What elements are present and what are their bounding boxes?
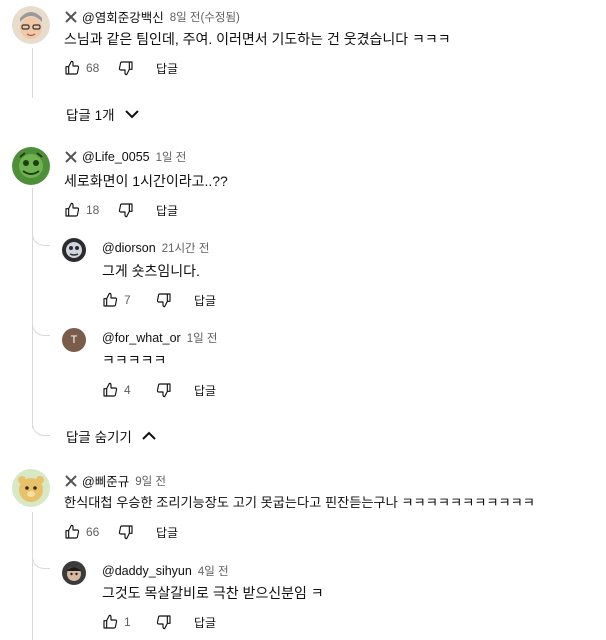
- thumb-up-icon: [103, 614, 118, 629]
- thread-connector: [32, 232, 50, 246]
- comment-text: 세로화면이 1시간이라고..??: [64, 173, 228, 189]
- comment-text: 한식대첩 우승한 조리기능장도 고기 못굽는다고 핀잔듣는구나 ㅋㅋㅋㅋㅋㅋㅋㅋ…: [64, 495, 535, 510]
- thumb-up-icon: [65, 202, 80, 217]
- avatar[interactable]: T: [62, 328, 86, 352]
- comment-timestamp[interactable]: 8일 전(수정됨): [170, 9, 240, 25]
- reply-author[interactable]: @daddy_sihyun: [102, 564, 192, 578]
- comment-actions: 66 답글: [60, 520, 178, 544]
- reply-button[interactable]: 답글: [156, 202, 178, 219]
- thread-line: [32, 512, 33, 640]
- comment-header: @Life_0055 1일 전: [64, 149, 186, 165]
- avatar-letter: T: [70, 334, 78, 346]
- chevron-up-icon: [142, 431, 156, 440]
- reply-text: 그것도 목살갈비로 극찬 받으신분임 ㅋ: [102, 585, 324, 601]
- comment-author[interactable]: @삐준규: [82, 471, 129, 490]
- avatar[interactable]: [12, 147, 50, 185]
- like-count: 1: [124, 615, 131, 629]
- reply-button[interactable]: 답글: [156, 524, 178, 541]
- dislike-button[interactable]: [152, 610, 176, 634]
- x-icon: [65, 474, 77, 487]
- like-button[interactable]: [98, 610, 122, 634]
- like-button[interactable]: [60, 198, 84, 222]
- reply-header: @daddy_sihyun 4일 전: [102, 563, 229, 579]
- thumb-down-icon: [118, 525, 133, 540]
- dislike-button[interactable]: [114, 56, 138, 80]
- reply-text: ㅋㅋㅋㅋㅋ: [102, 352, 167, 368]
- thumb-up-icon: [65, 524, 80, 539]
- reply-actions: 7 답글: [98, 288, 216, 312]
- comment-author[interactable]: @염회준강백신: [82, 7, 164, 26]
- reply-author[interactable]: @for_what_or: [102, 331, 181, 345]
- like-count: 4: [124, 383, 131, 397]
- comment-actions: 68 답글: [60, 56, 178, 80]
- reply-header: @for_what_or 1일 전: [102, 330, 217, 346]
- thread-connector: [32, 422, 50, 436]
- thumb-down-icon: [156, 383, 171, 398]
- like-button[interactable]: [98, 288, 122, 312]
- comment-header: @염회준강백신 8일 전(수정됨): [64, 7, 240, 26]
- thumb-up-icon: [103, 292, 118, 307]
- reply-timestamp[interactable]: 1일 전: [187, 330, 218, 346]
- like-button[interactable]: [60, 520, 84, 544]
- reply-actions: 1 답글: [98, 610, 216, 634]
- avatar[interactable]: [12, 6, 50, 44]
- reply-actions: 4 답글: [98, 378, 216, 402]
- comment-text: 스님과 같은 팀인데, 주여. 이러면서 기도하는 건 웃겼습니다 ㅋㅋㅋ: [64, 31, 451, 47]
- like-button[interactable]: [98, 378, 122, 402]
- thread-line: [32, 188, 33, 428]
- reply-timestamp[interactable]: 21시간 전: [162, 240, 210, 256]
- x-icon: [65, 151, 77, 163]
- comment-timestamp[interactable]: 9일 전: [135, 473, 166, 489]
- thumb-down-icon: [156, 615, 171, 630]
- reply-timestamp[interactable]: 4일 전: [198, 563, 229, 579]
- reply-header: @diorson 21시간 전: [102, 240, 209, 256]
- avatar[interactable]: [62, 238, 86, 262]
- reply-text: 그게 숏츠임니다.: [102, 263, 200, 279]
- reply-button[interactable]: 답글: [194, 382, 216, 399]
- comment-actions: 18 답글: [60, 198, 178, 222]
- like-count: 18: [86, 203, 100, 217]
- dislike-button[interactable]: [114, 520, 138, 544]
- reply-button[interactable]: 답글: [194, 614, 216, 631]
- thread-connector: [32, 555, 50, 569]
- dislike-button[interactable]: [152, 288, 176, 312]
- like-count: 68: [86, 61, 100, 75]
- thumb-down-icon: [118, 61, 133, 76]
- reply-button[interactable]: 답글: [156, 60, 178, 77]
- thumb-down-icon: [118, 203, 133, 218]
- chevron-down-icon: [124, 110, 139, 119]
- like-count: 66: [86, 525, 100, 539]
- replies-toggle[interactable]: 답글 숨기기: [66, 426, 156, 446]
- thread-line: [32, 48, 33, 98]
- thumb-up-icon: [65, 60, 80, 75]
- avatar[interactable]: [12, 469, 50, 507]
- avatar[interactable]: [62, 561, 86, 585]
- comment-timestamp[interactable]: 1일 전: [156, 149, 187, 165]
- replies-toggle-label: 답글 1개: [66, 108, 115, 123]
- replies-toggle[interactable]: 답글 1개: [66, 104, 139, 124]
- like-button[interactable]: [60, 56, 84, 80]
- like-count: 7: [124, 293, 131, 307]
- dislike-button[interactable]: [152, 378, 176, 402]
- dislike-button[interactable]: [114, 198, 138, 222]
- thumb-down-icon: [156, 293, 171, 308]
- replies-toggle-label: 답글 숨기기: [66, 430, 132, 445]
- thumb-up-icon: [103, 382, 118, 397]
- reply-author[interactable]: @diorson: [102, 241, 156, 255]
- thread-connector: [32, 322, 50, 336]
- comment-header: @삐준규 9일 전: [64, 471, 166, 490]
- x-icon: [65, 10, 77, 23]
- reply-button[interactable]: 답글: [194, 292, 216, 309]
- comment-author[interactable]: @Life_0055: [82, 150, 150, 164]
